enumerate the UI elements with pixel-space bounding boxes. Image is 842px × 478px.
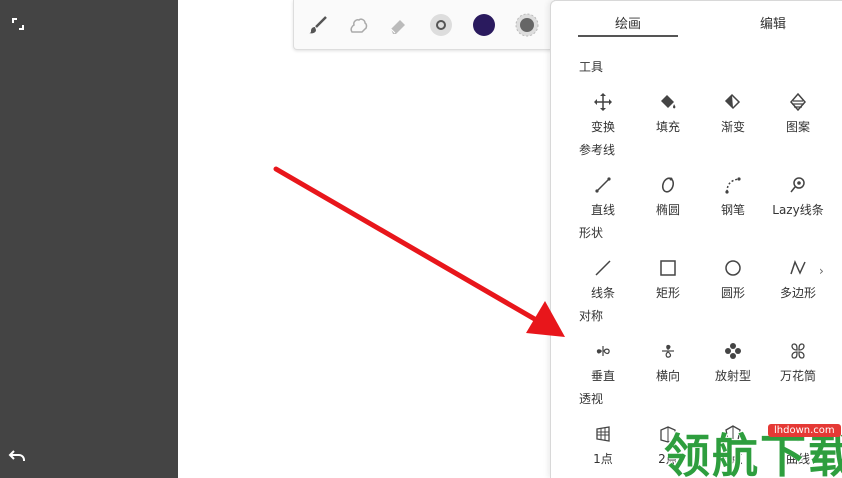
opacity-icon[interactable] <box>515 13 539 37</box>
tool-circle[interactable]: 圆形 <box>698 254 768 310</box>
tool-gradient[interactable]: 渐变 <box>698 88 768 144</box>
active-tab-indicator <box>578 35 678 37</box>
radial-symmetry-icon <box>698 339 768 363</box>
tool-lazy-line[interactable]: Lazy线条 <box>763 171 833 227</box>
tool-line-guide[interactable]: 直线 <box>568 171 638 227</box>
brush-size-icon[interactable] <box>429 13 453 37</box>
fullscreen-icon[interactable] <box>8 14 28 34</box>
gradient-icon <box>698 90 768 114</box>
tool-panel: 绘画 编辑 工具 变换 填充 渐变 图案 参考线 直线 椭圆 钢笔 Lazy线条… <box>550 0 842 478</box>
undo-icon[interactable] <box>7 446 27 466</box>
tool-rectangle[interactable]: 矩形 <box>633 254 703 310</box>
tool-vertical-symmetry[interactable]: 垂直 <box>568 337 638 393</box>
tool-pattern[interactable]: 图案 <box>763 88 833 144</box>
ruler-line-icon <box>568 173 638 197</box>
tool-radial-symmetry[interactable]: 放射型 <box>698 337 768 393</box>
pattern-icon <box>763 90 833 114</box>
tool-ellipse-guide[interactable]: 椭圆 <box>633 171 703 227</box>
rectangle-icon <box>633 256 703 280</box>
section-title-perspective: 透视 <box>579 392 604 406</box>
one-point-perspective-icon <box>568 422 638 446</box>
section-title-symmetry: 对称 <box>579 309 604 323</box>
tool-horizontal-symmetry[interactable]: 横向 <box>633 337 703 393</box>
move-icon <box>568 90 638 114</box>
pen-path-icon <box>698 173 768 197</box>
tab-edit[interactable]: 编辑 <box>713 13 833 32</box>
section-title-tools: 工具 <box>579 60 604 74</box>
kaleidoscope-icon <box>763 339 833 363</box>
lazy-line-icon <box>763 173 833 197</box>
eraser-icon[interactable] <box>386 13 410 37</box>
tab-paint[interactable]: 绘画 <box>568 13 688 32</box>
tool-kaleidoscope[interactable]: 万花筒 <box>763 337 833 393</box>
tool-one-point-perspective[interactable]: 1点 <box>568 420 638 476</box>
smudge-icon[interactable] <box>346 13 370 37</box>
top-toolbar <box>293 0 555 50</box>
vertical-symmetry-icon <box>568 339 638 363</box>
section-title-guides: 参考线 <box>579 143 616 157</box>
watermark-site-badge: lhdown.com <box>768 424 841 437</box>
left-rail <box>0 0 178 478</box>
tool-transform[interactable]: 变换 <box>568 88 638 144</box>
horizontal-symmetry-icon <box>633 339 703 363</box>
brush-icon[interactable] <box>306 13 330 37</box>
line-shape-icon <box>568 256 638 280</box>
panel-tabs: 绘画 编辑 <box>551 1 842 41</box>
chevron-right-icon[interactable]: › <box>819 264 824 278</box>
section-title-shapes: 形状 <box>579 226 604 240</box>
tool-pen-guide[interactable]: 钢笔 <box>698 171 768 227</box>
fill-icon <box>633 90 703 114</box>
circle-icon <box>698 256 768 280</box>
tool-fill[interactable]: 填充 <box>633 88 703 144</box>
tool-polygon[interactable]: 多边形 <box>763 254 833 310</box>
ellipse-guide-icon <box>633 173 703 197</box>
tool-line-shape[interactable]: 线条 <box>568 254 638 310</box>
color-swatch-icon[interactable] <box>472 13 496 37</box>
